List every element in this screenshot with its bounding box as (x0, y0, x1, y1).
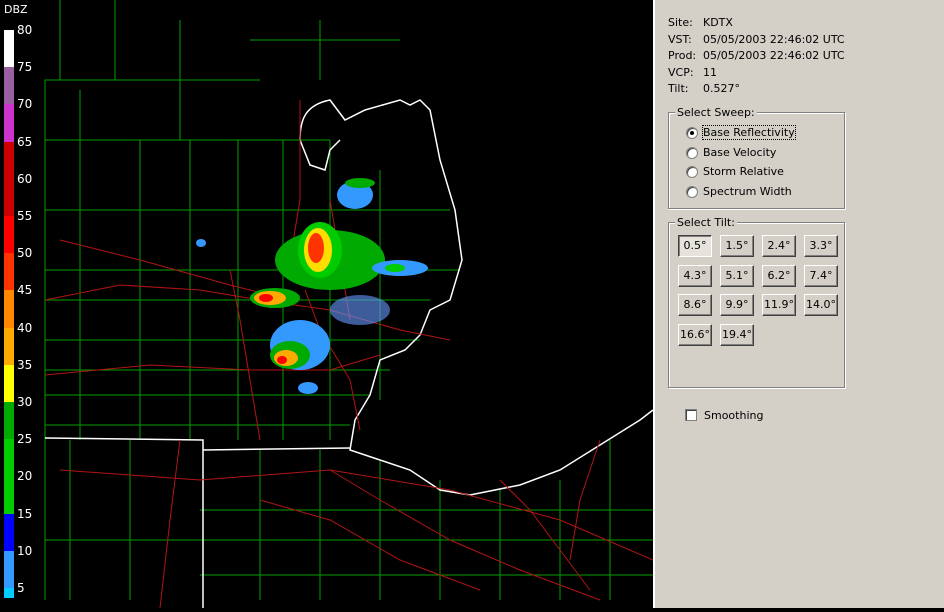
legend-swatch (4, 290, 14, 328)
legend-tick-label: 35 (17, 357, 33, 372)
tilt-button[interactable]: 0.5° (678, 235, 712, 257)
legend-tick-label: 65 (17, 134, 33, 149)
radio-button[interactable] (686, 185, 698, 198)
legend-swatch (4, 253, 14, 291)
legend-tick-label: 45 (17, 283, 33, 298)
tilt-button[interactable]: 19.4° (720, 323, 754, 346)
control-panel: Site: KDTX VST: 05/05/2003 22:46:02 UTC … (653, 0, 944, 608)
tilt-button[interactable]: 5.1° (720, 264, 754, 287)
sweep-option-label[interactable]: Base Velocity (703, 146, 776, 159)
legend-tick-label: 40 (17, 320, 33, 335)
legend-tick-label: 5 (17, 581, 25, 595)
roads (44, 100, 654, 609)
legend-swatch (4, 588, 14, 598)
legend-tick-label: 25 (17, 432, 33, 447)
tilt-button[interactable]: 11.9° (762, 294, 796, 316)
tilt-button[interactable]: 9.9° (720, 294, 754, 316)
tilt-button[interactable]: 6.2° (762, 264, 796, 287)
legend-swatch (4, 513, 14, 551)
legend-tick-label: 60 (17, 171, 33, 186)
sweep-option-label[interactable]: Spectrum Width (703, 185, 792, 198)
tilt-button[interactable]: 7.4° (804, 264, 838, 287)
radar-map-svg (44, 0, 654, 609)
legend-tick-label: 15 (17, 506, 33, 521)
legend-tick-label: 10 (17, 543, 33, 558)
vst-label: VST: (668, 33, 692, 46)
legend-tick-label: 20 (17, 469, 33, 484)
select-tilt-group: Select Tilt: 0.5° 1.5° 2.4° 3.3° 4.3° 5.1° 6.2… (668, 216, 845, 388)
radio-button[interactable] (686, 166, 698, 178)
legend-title: DBZ (4, 3, 28, 16)
vst-value: 05/05/2003 22:46:02 UTC (703, 33, 845, 46)
vcp-label: VCP: (668, 66, 694, 79)
smoothing-checkbox[interactable] (685, 409, 697, 421)
tilt-button[interactable]: 16.6° (678, 323, 712, 346)
tilt-button[interactable]: 14.0° (804, 294, 838, 316)
legend-swatch (4, 364, 14, 402)
legend-tick-label: 55 (17, 209, 33, 223)
site-label: Site: (668, 16, 693, 29)
legend-tick-label: 70 (17, 97, 33, 112)
tilt-button[interactable]: 8.6° (678, 294, 712, 316)
tilt-button[interactable]: 3.3° (804, 235, 838, 257)
legend-swatch (4, 476, 14, 514)
legend-swatch (4, 327, 14, 365)
select-tilt-title: Select Tilt: (675, 216, 737, 229)
sweep-option-label[interactable]: Base Reflectivity (702, 125, 796, 140)
legend-swatch (4, 216, 14, 254)
legend-swatch (4, 141, 14, 179)
tilt-button[interactable]: 4.3° (678, 264, 712, 287)
legend-tick-label: 80 (17, 23, 33, 37)
radar-map[interactable] (0, 0, 654, 609)
prod-label: Prod: (668, 49, 697, 62)
legend-tick-label: 50 (17, 246, 33, 261)
tilt-button[interactable]: 2.4° (762, 235, 796, 257)
radio-button[interactable] (686, 146, 698, 159)
tilt-button[interactable]: 1.5° (720, 235, 754, 257)
tilt-value: 0.527° (703, 82, 740, 95)
legend-swatch (4, 402, 14, 440)
legend-swatch (4, 30, 14, 68)
legend-tick-label: 30 (17, 395, 33, 409)
select-sweep-title: Select Sweep: (675, 106, 757, 119)
smoothing-label[interactable]: Smoothing (704, 409, 763, 422)
select-sweep-group: Select Sweep: Base Reflectivity Base Velo… (668, 106, 845, 209)
site-value: KDTX (703, 16, 733, 29)
legend-swatch (4, 550, 14, 588)
tilt-label: Tilt: (668, 82, 689, 95)
legend-tick-label: 75 (17, 60, 33, 75)
radio-button[interactable] (686, 127, 698, 139)
legend-swatch (4, 178, 14, 216)
dbz-legend: DBZ 80 75 70 65 60 55 50 45 40 35 30 25 20 15 10 5 (0, 0, 44, 608)
vcp-value: 11 (703, 66, 717, 79)
legend-swatch (4, 439, 14, 477)
prod-value: 05/05/2003 22:46:02 UTC (703, 49, 845, 62)
legend-swatch (4, 67, 14, 105)
sweep-option-label[interactable]: Storm Relative (703, 165, 784, 178)
legend-swatch (4, 104, 14, 142)
